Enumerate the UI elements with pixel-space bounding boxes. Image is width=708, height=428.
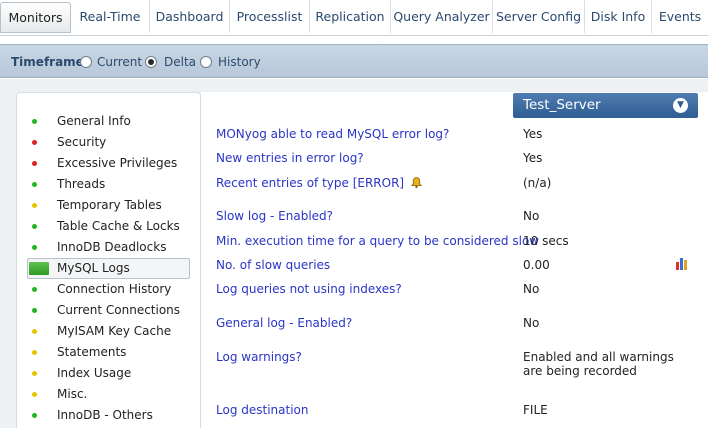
timeframe-delta-radio[interactable] — [145, 56, 157, 68]
row-label-general-log[interactable]: General log - Enabled? — [216, 316, 352, 330]
bar-chart-icon[interactable] — [675, 256, 689, 270]
sidebar-item-label: MyISAM Key Cache — [57, 324, 172, 338]
status-dot-icon — [32, 119, 37, 124]
tab-dashboard[interactable]: Dashboard — [150, 0, 230, 33]
tab-monitors[interactable]: Monitors — [0, 2, 71, 33]
active-indicator-icon — [29, 262, 49, 275]
sidebar-item-index-usage[interactable]: Index Usage — [27, 363, 190, 384]
sidebar-item-label: Excessive Privileges — [57, 156, 178, 170]
row-label-new-entries[interactable]: New entries in error log? — [216, 151, 364, 165]
status-dot-icon — [32, 245, 37, 250]
row-label-log-destination[interactable]: Log destination — [216, 403, 308, 417]
sidebar-item-general-info[interactable]: General Info — [27, 111, 190, 132]
status-dot-icon — [32, 392, 37, 397]
row-value-new-entries: Yes — [523, 151, 543, 165]
timeframe-bar: Timeframe Current Delta History — [0, 44, 708, 78]
sidebar-item-excessive-privileges[interactable]: Excessive Privileges — [27, 153, 190, 174]
status-dot-icon — [32, 329, 37, 334]
row-value-log-warnings-line2: are being recorded — [523, 364, 637, 378]
tab-replication[interactable]: Replication — [310, 0, 391, 33]
status-dot-icon — [32, 203, 37, 208]
sidebar-item-mysql-logs[interactable]: MySQL Logs — [27, 258, 190, 279]
status-dot-icon — [32, 182, 37, 187]
chevron-down-icon[interactable]: ▼ — [673, 98, 688, 113]
sidebar-item-label: Table Cache & Locks — [57, 219, 180, 233]
status-dot-icon — [32, 308, 37, 313]
sidebar-item-label: Connection History — [57, 282, 172, 296]
row-label-log-warnings[interactable]: Log warnings? — [216, 350, 302, 364]
row-label-slow-queries[interactable]: No. of slow queries — [216, 258, 330, 272]
tab-real-time[interactable]: Real-Time — [71, 0, 150, 33]
status-dot-icon — [32, 140, 37, 145]
row-value-log-no-index: No — [523, 282, 540, 296]
timeframe-history-radio[interactable] — [200, 56, 212, 68]
sidebar-item-label: Current Connections — [57, 303, 181, 317]
row-value-general-log: No — [523, 316, 540, 330]
sidebar-item-table-cache-locks[interactable]: Table Cache & Locks — [27, 216, 190, 237]
sidebar-item-label: Index Usage — [57, 366, 132, 380]
timeframe-delta-label[interactable]: Delta — [164, 55, 196, 69]
bell-icon[interactable] — [410, 176, 423, 189]
row-label-error-log-readable[interactable]: MONyog able to read MySQL error log? — [216, 127, 449, 141]
row-value-slow-queries: 0.00 — [523, 258, 550, 272]
status-dot-icon — [32, 287, 37, 292]
sidebar-item-label: InnoDB - Others — [57, 408, 153, 422]
sidebar-item-threads[interactable]: Threads — [27, 174, 190, 195]
sidebar-item-innodb-deadlocks[interactable]: InnoDB Deadlocks — [27, 237, 190, 258]
sidebar-item-innodb-others[interactable]: InnoDB - Others — [27, 405, 190, 426]
sidebar-item-label: MySQL Logs — [57, 261, 130, 275]
sidebar-item-label: General Info — [57, 114, 131, 128]
row-value-min-exec-time: 10 secs — [523, 234, 569, 248]
sidebar-item-label: Security — [57, 135, 107, 149]
tab-disk-info[interactable]: Disk Info — [585, 0, 652, 33]
row-label-log-no-index[interactable]: Log queries not using indexes? — [216, 282, 402, 296]
status-dot-icon — [32, 413, 37, 418]
sidebar-item-label: Statements — [57, 345, 127, 359]
row-label-text: Recent entries of type [ERROR] — [216, 176, 405, 190]
tab-server-config[interactable]: Server Config — [493, 0, 585, 33]
sidebar-item-label: Misc. — [57, 387, 88, 401]
tab-query-analyzer[interactable]: Query Analyzer — [391, 0, 493, 33]
timeframe-current-radio[interactable] — [80, 56, 92, 68]
sidebar-item-myisam-key-cache[interactable]: MyISAM Key Cache — [27, 321, 190, 342]
row-value-error-log-readable: Yes — [523, 127, 543, 141]
row-label-slow-log-enabled[interactable]: Slow log - Enabled? — [216, 209, 333, 223]
sidebar-item-statements[interactable]: Statements — [27, 342, 190, 363]
sidebar-item-security[interactable]: Security — [27, 132, 190, 153]
row-label-min-exec-time[interactable]: Min. execution time for a query to be co… — [216, 234, 539, 248]
tab-processlist[interactable]: Processlist — [230, 0, 310, 33]
row-value-log-warnings: Enabled and all warnings — [523, 350, 674, 364]
status-dot-icon — [32, 224, 37, 229]
sidebar-item-label: Threads — [57, 177, 106, 191]
tab-bar: Monitors Real-Time Dashboard Processlist… — [0, 0, 708, 36]
sidebar-item-temporary-tables[interactable]: Temporary Tables — [27, 195, 190, 216]
timeframe-label: Timeframe — [11, 55, 84, 69]
status-dot-icon — [32, 371, 37, 376]
row-label-recent-errors[interactable]: Recent entries of type [ERROR] — [216, 176, 423, 190]
row-value-recent-errors: (n/a) — [523, 176, 552, 190]
status-dot-icon — [32, 350, 37, 355]
row-value-slow-log-enabled: No — [523, 209, 540, 223]
status-dot-icon — [32, 161, 37, 166]
server-selector[interactable]: Test_Server ▼ — [513, 93, 698, 118]
tab-events[interactable]: Events — [652, 0, 708, 33]
sidebar-item-connection-history[interactable]: Connection History — [27, 279, 190, 300]
monitor-sidebar: General Info Security Excessive Privileg… — [16, 92, 201, 428]
sidebar-item-current-connections[interactable]: Current Connections — [27, 300, 190, 321]
sidebar-item-misc[interactable]: Misc. — [27, 384, 190, 405]
timeframe-current-label[interactable]: Current — [97, 55, 142, 69]
server-name: Test_Server — [523, 97, 601, 113]
sidebar-item-label: InnoDB Deadlocks — [57, 240, 167, 254]
sidebar-item-label: Temporary Tables — [57, 198, 162, 212]
row-value-log-destination: FILE — [523, 403, 548, 417]
timeframe-history-label[interactable]: History — [218, 55, 261, 69]
